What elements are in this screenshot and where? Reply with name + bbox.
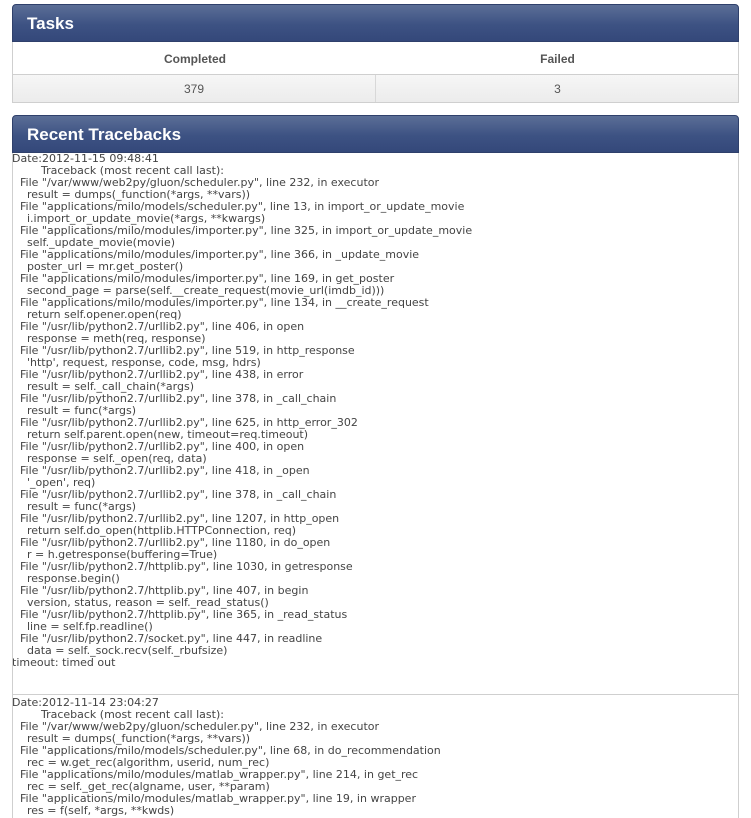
completed-count: 379 [13, 75, 376, 102]
table-row: 379 3 [13, 75, 738, 102]
tasks-table: Completed Failed 379 3 [12, 42, 739, 103]
completed-column-header: Completed [163, 52, 226, 66]
traceback-date: Date:2012-11-14 23:04:27 [12, 696, 159, 709]
failed-column-header: Failed [540, 52, 575, 66]
tasks-table-header: Completed Failed [13, 42, 738, 75]
failed-count: 3 [554, 82, 561, 96]
traceback-text: Traceback (most recent call last): File … [19, 164, 473, 657]
tasks-panel-header: Tasks [12, 4, 739, 42]
traceback-error: timeout: timed out [12, 656, 116, 669]
traceback-entry: Date:2012-11-14 23:04:27 Traceback (most… [13, 694, 738, 817]
traceback-text: Traceback (most recent call last): File … [19, 708, 441, 817]
traceback-entry: Date:2012-11-15 09:48:41 Traceback (most… [13, 153, 738, 694]
tracebacks-panel-header: Recent Tracebacks [12, 115, 739, 153]
tracebacks-list[interactable]: Date:2012-11-15 09:48:41 Traceback (most… [12, 153, 739, 818]
tasks-title: Tasks [27, 14, 74, 33]
tracebacks-title: Recent Tracebacks [27, 125, 182, 144]
